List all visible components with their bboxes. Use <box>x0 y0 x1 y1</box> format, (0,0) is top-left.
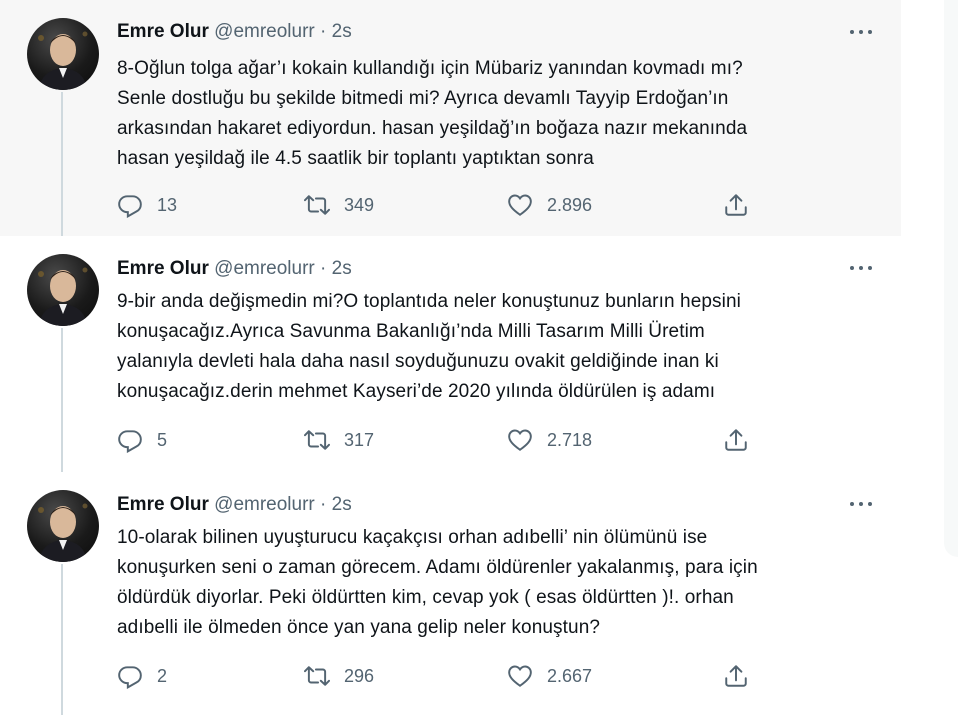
like-button[interactable]: 2.896 <box>507 191 592 219</box>
reply-count: 13 <box>157 194 178 215</box>
tweet-header: Emre Olur @emreolurr · 2s <box>117 20 352 44</box>
tweet-text-line: 8-Oğlun tolga ağar’ı kokain kullandığı i… <box>117 58 743 79</box>
tweet-text-line: öldürdük diyorlar. Peki öldürtten kim, c… <box>117 587 734 608</box>
reply-count: 2 <box>157 665 168 686</box>
tweet-text-line: 10-olarak bilinen uyuşturucu kaçakçısı o… <box>117 527 708 548</box>
avatar[interactable] <box>27 490 99 562</box>
reply-icon <box>118 430 142 453</box>
tweet-text-line: yalanıyla devleti hala daha nasıl soyduğ… <box>117 351 719 372</box>
tweet-text: 10-olarak bilinen uyuşturucu kaçakçısı o… <box>117 523 857 643</box>
retweet-button[interactable]: 317 <box>304 426 374 454</box>
timestamp[interactable]: 2s <box>332 258 352 279</box>
reply-icon <box>118 195 142 218</box>
display-name[interactable]: Emre Olur <box>117 258 209 279</box>
heart-icon <box>508 194 532 216</box>
like-button[interactable]: 2.718 <box>507 426 592 454</box>
share-icon <box>725 429 747 451</box>
display-name[interactable]: Emre Olur <box>117 494 209 515</box>
separator: · <box>320 21 327 42</box>
retweet-icon <box>304 666 330 686</box>
share-button[interactable] <box>723 191 763 219</box>
tweet-actions: 5 317 2.718 <box>117 426 767 454</box>
user-handle[interactable]: @emreolurr <box>214 258 315 279</box>
tweet-text-line: konuşurken seni o zaman görecem. Adamı ö… <box>117 557 758 578</box>
like-count: 2.718 <box>547 429 593 450</box>
tweet[interactable]: Emre Olur @emreolurr · 2s 8-Oğlun tolga … <box>0 0 901 236</box>
retweet-count: 317 <box>344 429 375 450</box>
reply-count: 5 <box>157 429 168 450</box>
tweet-text: 8-Oğlun tolga ağar’ı kokain kullandığı i… <box>117 54 857 174</box>
thread-line <box>61 92 63 236</box>
tweet[interactable]: Emre Olur @emreolurr · 2s 10-olarak bili… <box>0 472 901 715</box>
separator: · <box>320 258 327 279</box>
tweet-text-line: konuşacağız.derin mehmet Kayseri’de 2020… <box>117 381 716 402</box>
display-name[interactable]: Emre Olur <box>117 21 209 42</box>
separator: · <box>320 494 327 515</box>
tweet-text: 9-bir anda değişmedin mi?O toplantıda ne… <box>117 287 857 407</box>
user-handle[interactable]: @emreolurr <box>214 21 315 42</box>
retweet-icon <box>304 430 330 450</box>
avatar[interactable] <box>27 18 99 90</box>
thread-line <box>61 564 63 715</box>
retweet-icon <box>304 195 330 215</box>
avatar[interactable] <box>27 254 99 326</box>
avatar-image <box>38 267 88 326</box>
tweet-text-line: arkasından hakaret ediyordun. hasan yeşi… <box>117 118 748 139</box>
tweet-text-line: konuşacağız.Ayrıca Savunma Bakanlığı’nda… <box>117 321 705 342</box>
tweet[interactable]: Emre Olur @emreolurr · 2s 9-bir anda değ… <box>0 236 901 472</box>
more-icon[interactable] <box>848 494 876 514</box>
share-button[interactable] <box>723 662 763 690</box>
avatar-image <box>38 31 88 90</box>
reply-button[interactable]: 13 <box>117 191 177 219</box>
like-count: 2.896 <box>547 194 593 215</box>
tweet-text-line: Senle dostluğu bu şekilde bitmedi mi? Ay… <box>117 88 729 109</box>
retweet-button[interactable]: 296 <box>304 662 374 690</box>
retweet-button[interactable]: 349 <box>304 191 374 219</box>
share-icon <box>725 665 747 687</box>
avatar-image <box>38 503 88 562</box>
tweet-text-line: hasan yeşildağ ile 4.5 saatlik bir topla… <box>117 148 594 169</box>
reply-button[interactable]: 2 <box>117 662 167 690</box>
heart-icon <box>508 665 532 687</box>
reply-icon <box>118 666 142 689</box>
thread-line <box>61 328 63 472</box>
retweet-count: 296 <box>344 665 375 686</box>
sidebar-panel <box>944 0 958 557</box>
share-button[interactable] <box>723 426 763 454</box>
tweet-text-line: 9-bir anda değişmedin mi?O toplantıda ne… <box>117 291 741 312</box>
more-icon[interactable] <box>848 22 876 42</box>
timestamp[interactable]: 2s <box>332 494 352 515</box>
like-button[interactable]: 2.667 <box>507 662 592 690</box>
tweet-text-line: adıbelli ile ölmeden önce yan yana gelip… <box>117 617 601 638</box>
tweet-header: Emre Olur @emreolurr · 2s <box>117 493 352 517</box>
tweet-actions: 13 349 2.896 <box>117 191 767 219</box>
tweet-header: Emre Olur @emreolurr · 2s <box>117 257 352 281</box>
like-count: 2.667 <box>547 665 593 686</box>
share-icon <box>725 194 747 216</box>
user-handle[interactable]: @emreolurr <box>214 494 315 515</box>
heart-icon <box>508 429 532 451</box>
tweet-actions: 2 296 2.667 <box>117 662 767 690</box>
retweet-count: 349 <box>344 194 375 215</box>
more-icon[interactable] <box>848 258 876 278</box>
reply-button[interactable]: 5 <box>117 426 167 454</box>
timeline: Emre Olur @emreolurr · 2s 8-Oğlun tolga … <box>0 0 901 715</box>
timestamp[interactable]: 2s <box>332 21 352 42</box>
